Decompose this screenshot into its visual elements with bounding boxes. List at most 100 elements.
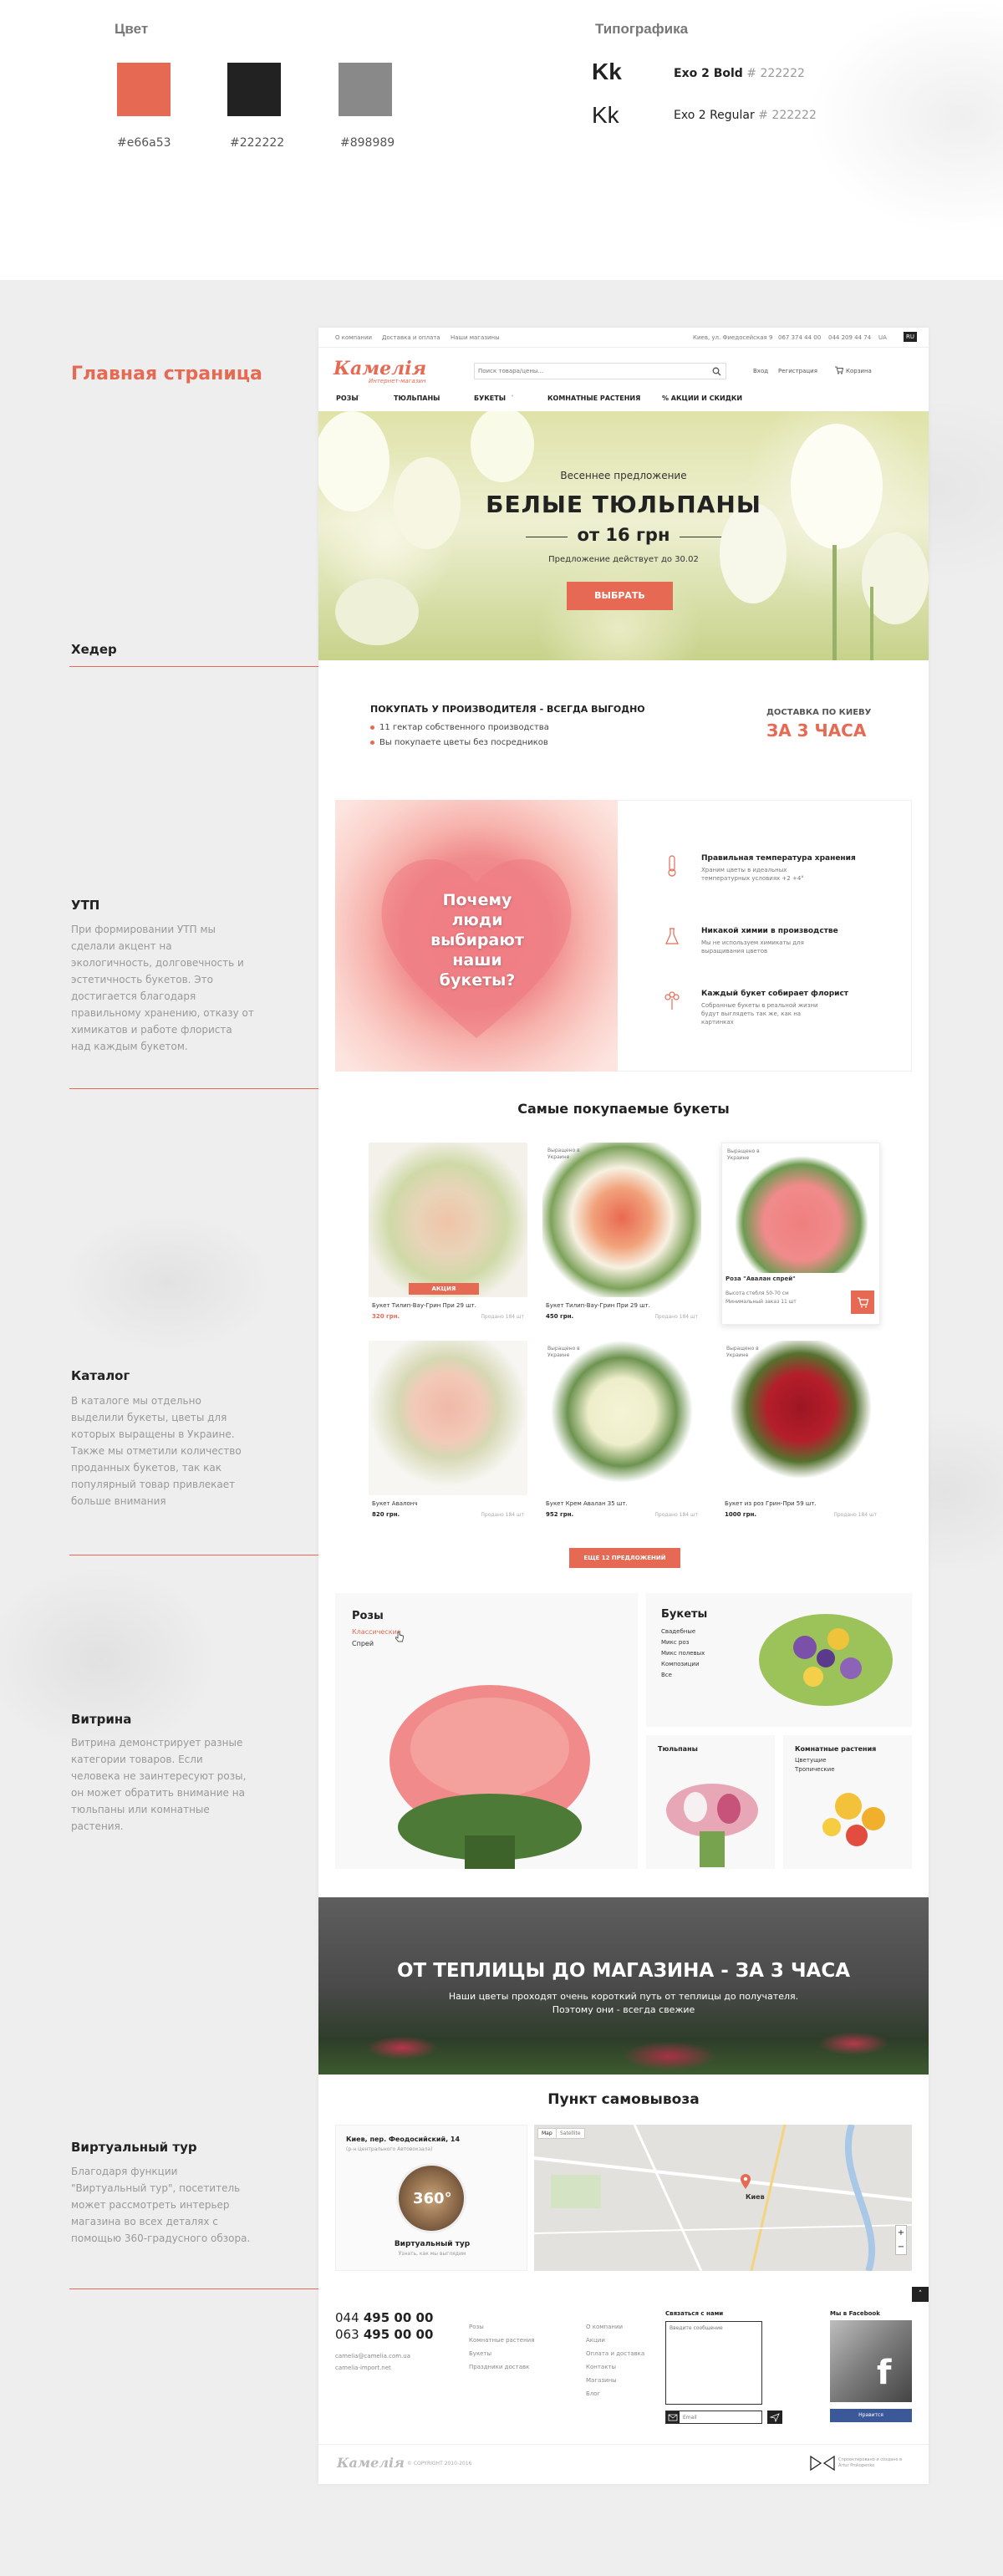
showcase-link[interactable]: Тропические [795, 1765, 835, 1774]
product-image[interactable] [721, 1341, 880, 1495]
tulips-image [666, 1784, 758, 1867]
facebook-like-button[interactable]: Нравится [830, 2409, 912, 2422]
product-image[interactable] [542, 1341, 701, 1495]
greenhouse-text: Наши цветы проходят очень короткий путь … [448, 1991, 799, 2002]
showcase-link[interactable]: Микс полевых [661, 1648, 705, 1659]
footer-phone-1[interactable]: 044 495 00 00 [335, 2310, 433, 2325]
product-name[interactable]: Букет из роз Грин-При 59 шт. [725, 1500, 817, 1507]
login-link[interactable]: Вход [753, 368, 768, 374]
product-image[interactable] [369, 1143, 527, 1297]
footer-divider [318, 2444, 929, 2445]
virtual-tour-title[interactable]: Виртуальный тур [336, 2240, 528, 2248]
nav-item-sales[interactable]: % АКЦИИ И СКИДКИ [662, 395, 742, 402]
product-card[interactable]: Выращено в Украине Букет Крем Авалан 35 … [542, 1341, 701, 1523]
map-tab-map[interactable]: Map [537, 2128, 557, 2139]
topbar-link-stores[interactable]: Наши магазины [451, 334, 500, 341]
showcase-plants[interactable]: Комнатные растения Цветущие Тропические [783, 1735, 912, 1869]
showcase-title[interactable]: Розы [352, 1610, 384, 1622]
roses-bouquet-image [389, 1685, 590, 1869]
showcase-roses[interactable]: Розы Классические Спрей [335, 1593, 638, 1869]
search-icon[interactable] [712, 367, 721, 376]
search-box[interactable] [474, 363, 726, 379]
showcase-link[interactable]: Все [661, 1670, 705, 1681]
nav-item-tulips[interactable]: ТЮЛЬПАНЫ [394, 395, 440, 402]
footer-link[interactable]: Букеты [469, 2347, 534, 2360]
add-to-cart-button[interactable] [851, 1291, 874, 1314]
showcase-link[interactable]: Свадебные [661, 1627, 705, 1637]
product-name[interactable]: Букет Крем Авалан 35 шт. [546, 1500, 628, 1507]
showcase-title[interactable]: Комнатные растения [795, 1745, 876, 1753]
product-sold-count: Продано 184 шт [833, 1512, 877, 1518]
more-offers-button[interactable]: ЕЩЕ 12 ПРЕДЛОЖЕНИЙ [569, 1548, 680, 1568]
facebook-icon: f [877, 2354, 892, 2392]
lang-ru[interactable]: RU [904, 332, 917, 342]
product-name[interactable]: Роза "Авалан спрей" [726, 1275, 796, 1282]
footer-link[interactable]: Акции [586, 2334, 644, 2347]
footer-link[interactable]: Магазины [586, 2374, 644, 2387]
product-card[interactable]: Выращено в Украине Букет Тилип-Вау-Грин … [542, 1143, 701, 1325]
facebook-widget-image[interactable]: f [830, 2320, 912, 2402]
footer-email[interactable]: camelia-import.net [335, 2362, 410, 2374]
lang-ua[interactable]: UA [878, 334, 887, 341]
type-label-regular: Exo 2 Regular # 222222 [674, 109, 817, 122]
virtual-tour-thumbnail[interactable]: 360° [396, 2163, 466, 2233]
map-tab-satellite[interactable]: Satellite [556, 2128, 585, 2139]
footer-link[interactable]: Контакты [586, 2360, 644, 2374]
nav-item-plants[interactable]: КОМНАТНЫЕ РАСТЕНИЯ [547, 395, 640, 402]
product-name[interactable]: Букет Авалонч [372, 1500, 417, 1507]
nav-item-roses[interactable]: РОЗЫ [336, 395, 359, 402]
product-card[interactable]: Букет Авалонч 820 грн. Продано 184 шт [369, 1341, 527, 1523]
footer-link[interactable]: Блог [586, 2387, 644, 2400]
showcase-link[interactable]: Классические [352, 1628, 401, 1636]
product-card[interactable]: Выращено в Украине Букет из роз Грин-При… [721, 1341, 880, 1523]
showcase-link[interactable]: Композиции [661, 1659, 705, 1670]
product-image[interactable] [542, 1143, 701, 1297]
showcase-tulips[interactable]: Тюльпаны [646, 1735, 775, 1869]
contact-message-field[interactable] [665, 2321, 762, 2405]
product-card[interactable]: АКЦИЯ Букет Тилип-Вау-Грин При 29 шт. 32… [369, 1143, 527, 1325]
footer-link[interactable]: Оплата и доставка [586, 2347, 644, 2360]
topbar-link-about[interactable]: О компании [335, 334, 372, 341]
product-image[interactable] [722, 1143, 879, 1273]
scroll-top-button[interactable]: ˄ [912, 2287, 929, 2302]
footer-logo[interactable]: Камелія [337, 2455, 405, 2471]
product-card-hover[interactable]: Выращено в Украине Роза "Авалан спрей" В… [721, 1143, 880, 1325]
map[interactable]: Map Satellite Киев + − [534, 2125, 912, 2271]
flask-icon [665, 928, 679, 944]
send-button[interactable] [767, 2411, 782, 2424]
annotation-title-header: Хедер [71, 642, 117, 657]
cart-icon[interactable] [834, 365, 843, 374]
showcase-link[interactable]: Микс роз [661, 1637, 705, 1648]
showcase-link[interactable]: Спрей [352, 1640, 374, 1647]
typography-section-title: Типографика [595, 21, 689, 37]
showcase-links: Свадебные Микс роз Микс полевых Композиц… [661, 1627, 705, 1681]
cart-link[interactable]: Корзина [846, 368, 872, 374]
footer-link[interactable]: Праздники доставк [469, 2360, 534, 2374]
map-zoom-controls[interactable]: + − [895, 2225, 907, 2255]
footer-link[interactable]: Комнатные растения [469, 2334, 534, 2347]
footer-email[interactable]: camelia@camelia.com.ua [335, 2350, 410, 2362]
topbar-phone-2[interactable]: 044 209 44 74 [828, 334, 871, 341]
map-pin-icon[interactable] [740, 2173, 751, 2190]
topbar-phone-1[interactable]: 067 374 44 00 [778, 334, 821, 341]
showcase-bouquets[interactable]: Букеты Свадебные Микс роз Микс полевых К… [646, 1593, 912, 1727]
showcase-link[interactable]: Цветущие [795, 1756, 835, 1765]
topbar-link-delivery[interactable]: Доставка и оплата [382, 334, 440, 341]
product-image[interactable] [369, 1341, 527, 1495]
envelope-icon [666, 2411, 680, 2423]
footer-phone-2[interactable]: 063 495 00 00 [335, 2327, 433, 2342]
footer-link[interactable]: О компании [586, 2320, 644, 2334]
hero-choose-button[interactable]: ВЫБРАТЬ [567, 582, 673, 610]
site-logo[interactable]: Камелія [333, 358, 426, 379]
contact-email-input[interactable] [683, 2413, 741, 2421]
search-input[interactable] [478, 366, 704, 376]
showcase-title[interactable]: Букеты [661, 1608, 707, 1621]
contact-form-title: Связаться с нами [665, 2310, 724, 2317]
nav-item-bouquets[interactable]: БУКЕТЫ [474, 395, 506, 402]
product-name[interactable]: Букет Тилип-Вау-Грин При 29 шт. [372, 1302, 476, 1309]
showcase-title[interactable]: Тюльпаны [658, 1745, 698, 1753]
hero-banner: Весеннее предложение БЕЛЫЕ ТЮЛЬПАНЫ от 1… [318, 411, 929, 660]
register-link[interactable]: Регистрация [778, 368, 817, 374]
footer-link[interactable]: Розы [469, 2320, 534, 2334]
product-name[interactable]: Букет Тилип-Вау-Грин При 29 шт. [546, 1302, 650, 1309]
